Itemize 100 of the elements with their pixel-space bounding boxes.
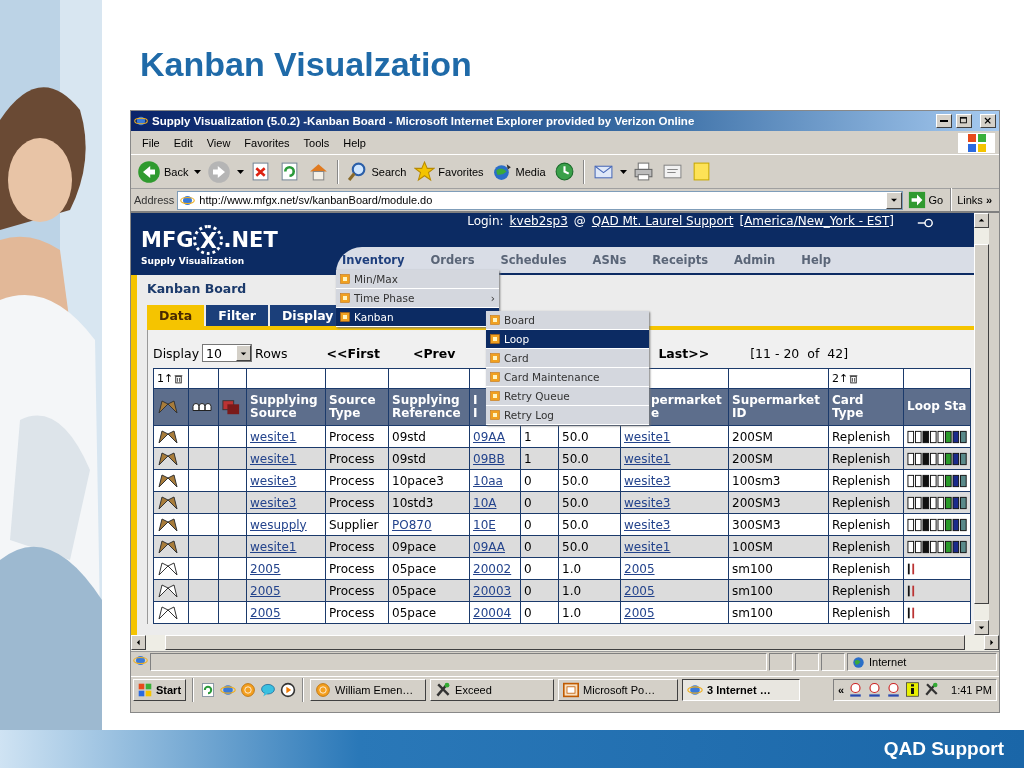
dropdown-arrow-icon[interactable] — [237, 169, 245, 174]
first-link[interactable]: <<First — [326, 345, 380, 361]
menu-item[interactable]: View — [199, 136, 238, 149]
menu-item[interactable]: Edit — [166, 136, 200, 149]
back-icon — [137, 159, 161, 184]
menu-item[interactable]: Retry Log — [486, 406, 649, 425]
links-button[interactable]: Links — [957, 194, 983, 206]
table-cell: Replenish — [832, 429, 891, 444]
trash-icon[interactable] — [848, 373, 860, 384]
minimize-button[interactable] — [936, 114, 952, 128]
menu-item[interactable]: Favorites — [237, 136, 297, 149]
tray-icon[interactable] — [848, 682, 864, 697]
table-cell: 200SM — [732, 451, 773, 466]
window-title: Supply Visualization (5.0.2) -Kanban Board - Microsoft Internet Explorer provided by Verizon Online — [152, 115, 696, 127]
horizontal-scrollbar[interactable] — [131, 635, 999, 652]
prev-link[interactable]: <Prev — [412, 345, 456, 361]
last-link[interactable]: Last>> — [658, 345, 710, 361]
menu-item[interactable]: Retry Queue — [486, 387, 649, 406]
info-icon[interactable] — [905, 682, 921, 697]
bullet-icon — [340, 312, 350, 322]
menu-item[interactable]: Min/Max — [336, 270, 499, 289]
nav-menu-item[interactable]: Admin — [734, 253, 776, 267]
nav-menu-item[interactable]: Inventory — [342, 253, 405, 267]
play-icon[interactable] — [280, 681, 297, 698]
menu-item[interactable]: Card — [486, 349, 649, 368]
more-chevron[interactable]: » — [985, 194, 996, 206]
table-cell: 10std3 — [392, 495, 434, 510]
rows-select[interactable]: 10 — [202, 344, 253, 362]
print-icon — [632, 161, 654, 182]
table-cell: sm100 — [732, 583, 773, 598]
table-cell: 300SM3 — [732, 517, 781, 532]
table-link[interactable]: 2005 — [624, 605, 655, 620]
bullet-icon — [490, 391, 500, 401]
back-button[interactable]: Back — [135, 159, 191, 184]
taskbar-button[interactable]: 3 Internet … — [682, 678, 801, 701]
table-cell: 1 — [524, 451, 532, 466]
nav-menu-item[interactable]: Help — [801, 253, 831, 267]
menu-item[interactable]: Help — [336, 136, 373, 149]
menu-item[interactable]: Loop — [486, 330, 649, 349]
tab[interactable]: Data — [147, 305, 205, 326]
slide-title: Kanban Visualzation — [140, 47, 473, 81]
column-header[interactable]: I I — [473, 393, 478, 421]
menu-item[interactable]: Tools — [296, 136, 337, 149]
minimize-icon — [940, 120, 948, 122]
loop-status-drawing — [907, 605, 915, 620]
menu-item[interactable]: File — [135, 136, 167, 149]
nav-menu-item[interactable]: Orders — [430, 253, 475, 267]
taskbar-button[interactable]: Exceed — [430, 678, 555, 701]
tab[interactable]: Filter — [206, 305, 268, 326]
logo-icon — [967, 132, 987, 153]
taskbar-button[interactable]: Microsoft Po… — [558, 678, 679, 701]
app-icon — [563, 681, 580, 698]
search-button[interactable]: Search — [345, 161, 409, 182]
menu-item[interactable]: Time Phase › — [336, 289, 499, 308]
taskbar-button[interactable]: William Emen… — [310, 678, 427, 701]
tools-icon[interactable] — [924, 682, 940, 697]
loop-status-drawing — [907, 495, 969, 510]
go-button[interactable]: Go — [905, 191, 946, 209]
vertical-scrollbar[interactable] — [974, 213, 989, 635]
logo: MFG X .NET — [141, 225, 279, 255]
table-cell: 09std — [392, 429, 426, 444]
tray-icon[interactable] — [886, 682, 902, 697]
table-cell: 200SM3 — [732, 495, 781, 510]
favorites-button[interactable]: Favorites — [412, 161, 486, 182]
timezone-link[interactable]: [America/New_York - EST] — [739, 214, 894, 228]
bullet-icon — [490, 410, 500, 420]
table-link[interactable]: 2005 — [624, 583, 655, 598]
table-cell: 09std — [392, 451, 426, 466]
start-button[interactable]: Start — [133, 678, 187, 701]
media-button[interactable]: Media — [489, 161, 548, 182]
loop-status-drawing — [907, 429, 969, 444]
trash-icon[interactable] — [173, 373, 185, 384]
app-icon — [315, 681, 332, 698]
address-label: Address — [134, 194, 175, 206]
page-icon — [133, 653, 148, 668]
site-link[interactable]: QAD Mt. Laurel Support — [591, 214, 734, 228]
table-cell: 1 — [524, 429, 532, 444]
nav-menu-item[interactable]: Receipts — [652, 253, 709, 267]
dropdown-arrow-icon[interactable] — [194, 169, 202, 174]
user-link[interactable]: kveb2sp3 — [509, 214, 568, 228]
bullet-icon — [340, 274, 350, 284]
table-cell: 50.0 — [562, 473, 589, 488]
menu-item[interactable]: Card Maintenance — [486, 368, 649, 387]
flags-icon — [157, 400, 179, 414]
nav-menu-item[interactable]: Schedules — [500, 253, 567, 267]
menu-item[interactable]: Board — [486, 311, 649, 330]
nav-menu-item[interactable]: ASNs — [592, 253, 627, 267]
close-button[interactable] — [980, 114, 996, 128]
maximize-button[interactable] — [956, 114, 972, 128]
at-sign: @ — [573, 214, 586, 228]
refresh-icon[interactable] — [200, 681, 217, 698]
dropdown-arrow-icon[interactable] — [619, 169, 627, 174]
table-cell: 0 — [524, 539, 532, 554]
table-link[interactable]: 2005 — [624, 561, 655, 576]
tray-icon[interactable] — [867, 682, 883, 697]
address-field[interactable]: http://www.mfgx.net/sv/kanbanBoard/module.do — [177, 190, 903, 210]
menu-item[interactable]: Kanban — [336, 308, 499, 327]
favorites-icon — [414, 161, 436, 182]
tray-chevron[interactable]: « — [837, 683, 845, 696]
table-cell: 10pace3 — [392, 473, 444, 488]
